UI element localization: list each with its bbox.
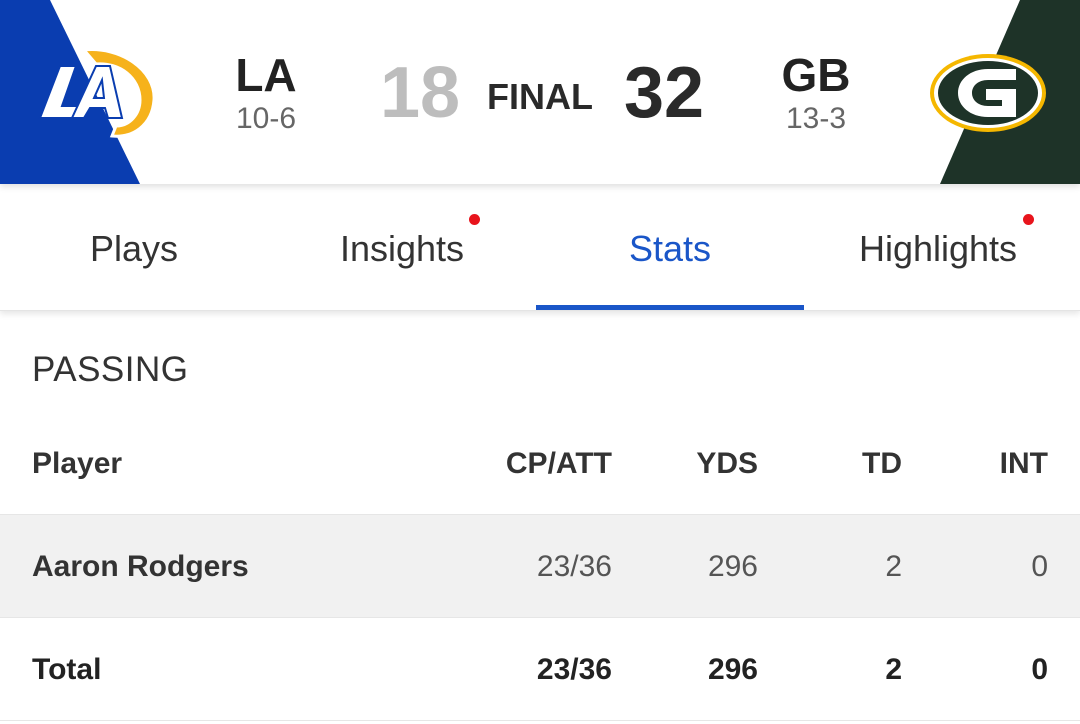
tab-highlights[interactable]: Highlights	[804, 184, 1072, 310]
column-header-player[interactable]: Player	[32, 412, 122, 514]
column-header-yds[interactable]: YDS	[696, 412, 758, 514]
home-team-abbr: GB	[781, 49, 851, 101]
scoreboard: LA 10-6 18 FINAL 32 GB 13-3	[0, 0, 1080, 184]
column-header-td[interactable]: TD	[862, 412, 902, 514]
table-header-row: Player CP/ATT YDS TD INT	[0, 412, 1080, 515]
game-tabs: Plays Insights Stats Highlights	[0, 184, 1080, 311]
game-status: FINAL	[487, 76, 593, 117]
stat-yds: 296	[707, 550, 758, 583]
away-team-record: 10-6	[235, 102, 297, 135]
rams-la-letters-icon	[38, 65, 124, 119]
packers-g-letter-icon	[958, 69, 1016, 117]
tab-stats-label: Stats	[628, 228, 712, 269]
total-td: 2	[885, 653, 902, 686]
active-tab-indicator	[536, 305, 804, 310]
tab-insights[interactable]: Insights	[268, 184, 536, 310]
table-row[interactable]: Aaron Rodgers 23/36 296 2 0	[0, 515, 1080, 618]
table-total-row: Total 23/36 296 2 0	[0, 618, 1080, 721]
stat-cp-att: 23/36	[536, 550, 612, 583]
passing-stats-table: Player CP/ATT YDS TD INT Aaron Rodgers 2…	[0, 412, 1080, 721]
total-cp-att: 23/36	[536, 653, 612, 686]
column-header-cp-att[interactable]: CP/ATT	[506, 412, 612, 514]
total-int: 0	[1031, 653, 1048, 686]
notification-dot-icon	[469, 214, 480, 225]
section-title-passing: PASSING	[32, 350, 189, 389]
stat-int: 0	[1031, 550, 1048, 583]
rams-logo-icon[interactable]	[32, 46, 156, 142]
total-yds: 296	[707, 653, 758, 686]
tab-highlights-label: Highlights	[858, 228, 1018, 269]
packers-logo-icon[interactable]	[928, 52, 1048, 134]
tab-insights-label: Insights	[339, 228, 465, 269]
notification-dot-icon	[1023, 214, 1034, 225]
stat-td: 2	[885, 550, 902, 583]
total-label: Total	[32, 653, 102, 686]
home-team-score: 32	[623, 53, 705, 133]
away-team-abbr: LA	[235, 49, 297, 101]
column-header-int[interactable]: INT	[1000, 412, 1048, 514]
tab-plays[interactable]: Plays	[0, 184, 268, 310]
tab-plays-label: Plays	[89, 228, 179, 269]
player-name[interactable]: Aaron Rodgers	[32, 515, 249, 617]
home-team-record: 13-3	[785, 102, 847, 135]
tab-stats[interactable]: Stats	[536, 184, 804, 310]
away-team-score: 18	[379, 53, 461, 133]
